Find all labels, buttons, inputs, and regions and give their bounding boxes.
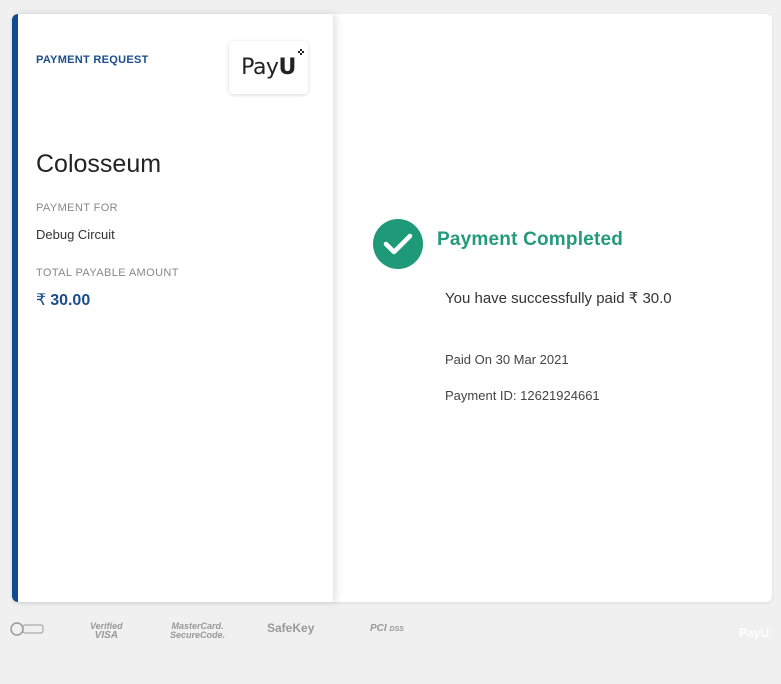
verified-visa-badge: Verified VISA [90, 622, 123, 641]
payment-summary-panel: PAYMENT REQUEST PayU Colosseum PAYMENT F… [12, 14, 333, 602]
safekey-badge: SafeKey [267, 621, 315, 635]
logo-text-plain: Pay [241, 55, 279, 80]
paypass-badge [10, 622, 44, 638]
logo-dots-icon [297, 49, 304, 55]
payment-card: PAYMENT REQUEST PayU Colosseum PAYMENT F… [12, 14, 772, 602]
payment-for-label: PAYMENT FOR [36, 202, 119, 214]
mastercard-securecode-badge: MasterCard. SecureCode. [170, 622, 225, 640]
security-badges: Verified VISA MasterCard. SecureCode. Sa… [0, 618, 781, 646]
logo-text-bold: U [278, 55, 296, 80]
payu-logo: PayU [229, 41, 308, 94]
payment-id: Payment ID: 12621924661 [445, 388, 600, 403]
payment-for-value: Debug Circuit [36, 227, 115, 242]
pci-dss-badge: PCI DSS [370, 624, 404, 634]
paypass-icon [10, 622, 44, 636]
paid-on-date: Paid On 30 Mar 2021 [445, 352, 569, 367]
footer-payu-logo: PayU [738, 626, 769, 640]
payment-status-panel: Payment Completed You have successfully … [333, 14, 772, 602]
check-icon [373, 219, 423, 269]
pci-text: PCI [370, 623, 387, 634]
safekey-text: SafeKey [267, 621, 315, 635]
currency-symbol: ₹ [36, 292, 47, 309]
dss-text: DSS [389, 626, 404, 633]
total-amount: ₹30.00 [36, 290, 90, 310]
checkmark-glyph [383, 233, 413, 255]
visa-line2: VISA [94, 630, 119, 641]
payu-logo-text: PayU [241, 49, 304, 80]
total-amount-label: TOTAL PAYABLE AMOUNT [36, 267, 179, 279]
total-amount-value: 30.00 [50, 292, 91, 309]
payment-request-label: PAYMENT REQUEST [36, 54, 149, 66]
status-title: Payment Completed [437, 229, 624, 250]
mastercard-line2: SecureCode. [170, 630, 226, 640]
success-message: You have successfully paid ₹ 30.0 [445, 290, 672, 307]
merchant-name: Colosseum [36, 150, 162, 178]
